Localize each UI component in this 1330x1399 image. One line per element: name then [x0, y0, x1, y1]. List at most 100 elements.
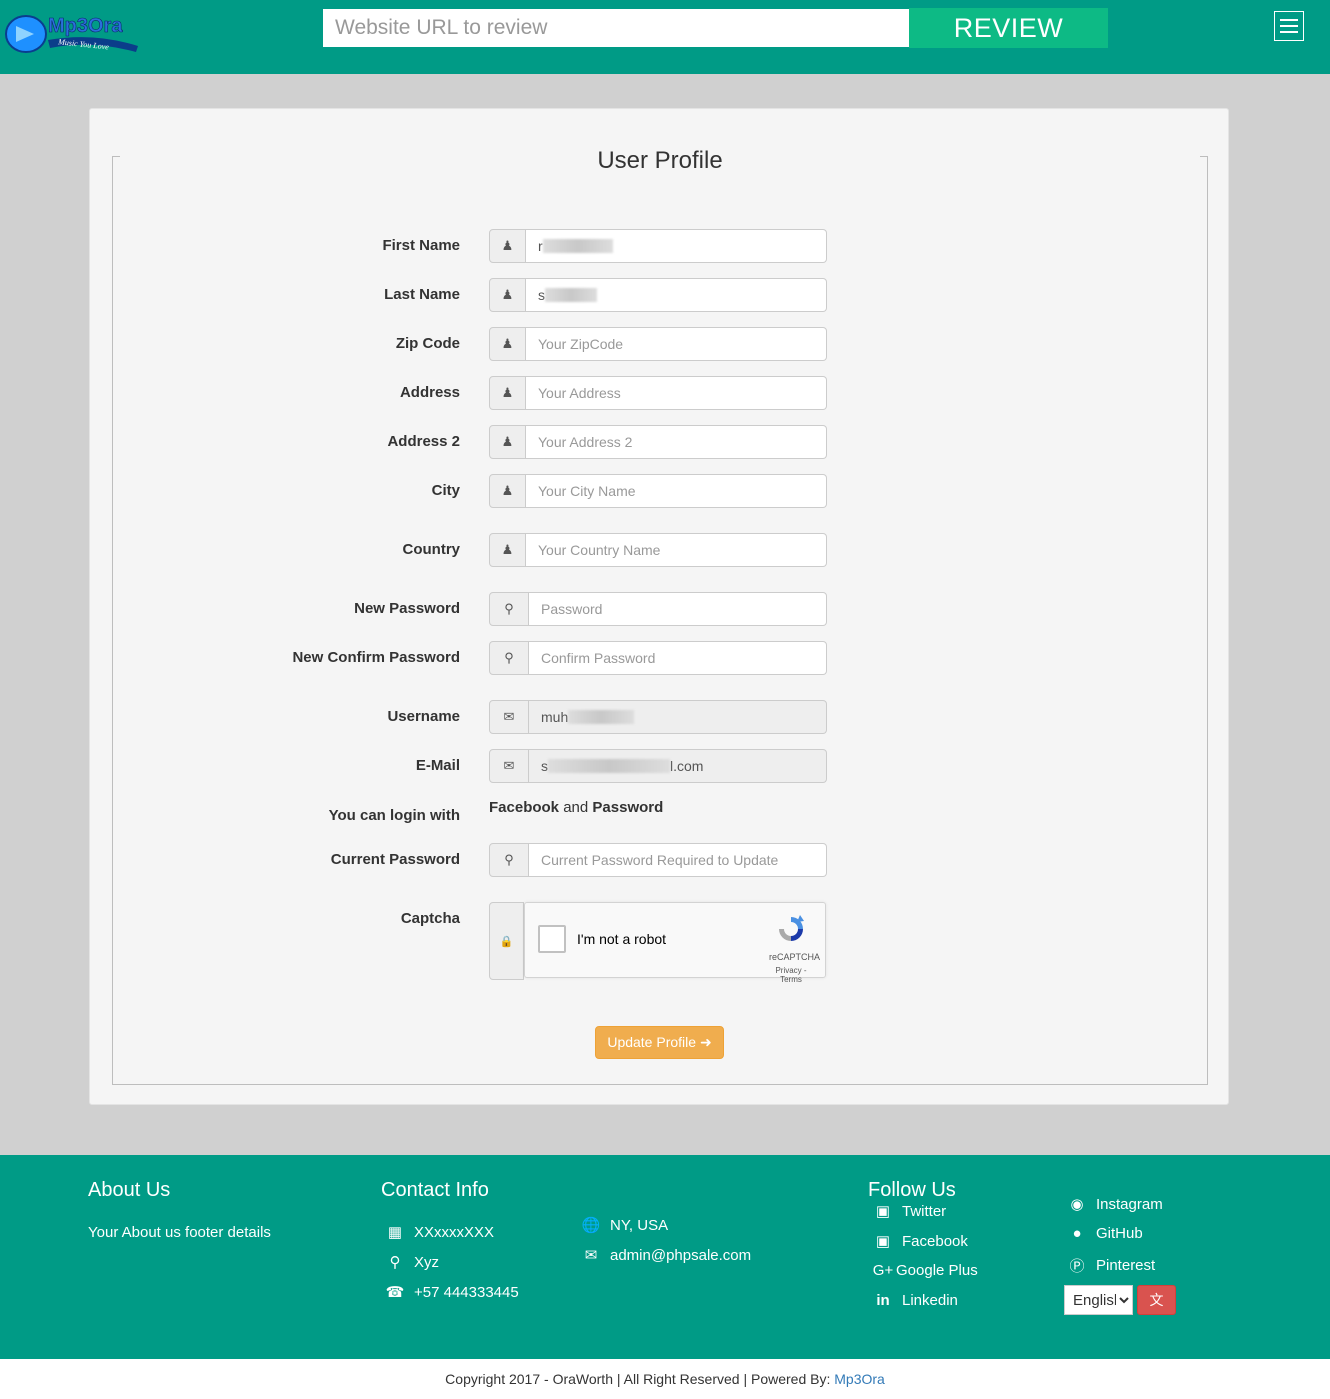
confirm-password-row: New Confirm Password ⚲ [90, 641, 1230, 675]
about-text: Your About us footer details [88, 1224, 271, 1241]
email-label: E-Mail [415, 757, 460, 774]
link-instagram-text: Instagram [1096, 1195, 1163, 1213]
link-twitter[interactable]: ▣ Twitter [872, 1202, 947, 1221]
new-password-input[interactable] [529, 592, 827, 626]
link-facebook[interactable]: ▣ Facebook [872, 1232, 968, 1251]
key-icon: ⚲ [489, 641, 529, 675]
user-icon: ♟ [489, 474, 526, 508]
new-password-row: New Password ⚲ [90, 592, 1230, 626]
page-title: User Profile [597, 147, 723, 174]
review-button[interactable]: REVIEW [909, 8, 1108, 48]
follow-heading: Follow Us [868, 1179, 956, 1201]
zip-row: Zip Code ♟ [90, 327, 1230, 361]
link-pinterest[interactable]: Ⓟ Pinterest [1066, 1255, 1155, 1276]
current-password-label: Current Password [330, 851, 460, 868]
lock-icon: 🔒 [489, 902, 524, 980]
globe-icon: 🌐 [581, 1217, 601, 1234]
first-name-label: First Name [382, 237, 460, 254]
redacted-blur [542, 239, 613, 253]
powered-by-link[interactable]: Mp3Ora [834, 1371, 885, 1387]
contact-phone: ☎ +57 444333445 [384, 1283, 519, 1302]
email-value-end: l.com [670, 758, 704, 774]
confirm-password-input[interactable] [529, 641, 827, 675]
address-row: Address ♟ [90, 376, 1230, 410]
link-googleplus[interactable]: G+ Google Plus [872, 1262, 978, 1279]
country-row: Country ♟ [90, 533, 1230, 567]
facebook-icon: ▣ [875, 1233, 891, 1250]
translate-button[interactable]: 文 [1137, 1285, 1176, 1315]
about-heading: About Us [88, 1179, 171, 1201]
city-row: City ♟ [90, 474, 1230, 508]
update-profile-button[interactable]: Update Profile ➜ [595, 1026, 724, 1059]
login-provider-password: Password [592, 799, 664, 816]
hamburger-icon[interactable] [1274, 11, 1304, 41]
user-icon: ♟ [489, 533, 526, 567]
login-and: and [563, 799, 589, 816]
city-input[interactable] [526, 474, 827, 508]
link-googleplus-text: Google Plus [896, 1262, 978, 1279]
email-value-start: s [541, 758, 548, 774]
website-url-input[interactable] [323, 9, 909, 47]
contact-location: 🌐 NY, USA [580, 1216, 669, 1235]
last-name-row: Last Name ♟ s [90, 278, 1230, 312]
username-field: muh [529, 700, 827, 734]
email-field: s l.com [529, 749, 827, 783]
current-password-row: Current Password ⚲ [90, 843, 1230, 877]
copyright-bar: Copyright 2017 - OraWorth | All Right Re… [0, 1359, 1330, 1399]
link-instagram[interactable]: ◉ Instagram [1066, 1195, 1163, 1214]
zip-label: Zip Code [395, 335, 460, 352]
envelope-icon: ✉ [489, 749, 529, 783]
contact-phone-text: +57 444333445 [414, 1283, 519, 1301]
contact-location-text: NY, USA [610, 1216, 669, 1234]
profile-card: User Profile First Name ♟ r Last Name ♟ … [89, 108, 1229, 1105]
envelope-icon: ✉ [584, 1247, 598, 1264]
recaptcha-terms[interactable]: Privacy - Terms [769, 966, 813, 984]
key-icon: ⚲ [489, 592, 529, 626]
login-provider-facebook: Facebook [489, 799, 560, 816]
login-methods: Facebook and Password [489, 799, 663, 816]
captcha-label: Captcha [400, 910, 460, 927]
link-github-text: GitHub [1096, 1225, 1143, 1242]
country-input[interactable] [526, 533, 827, 567]
recaptcha-label: I'm not a robot [577, 931, 667, 947]
address-input[interactable] [526, 376, 827, 410]
recaptcha-brand: reCAPTCHA [769, 952, 821, 962]
user-icon: ♟ [489, 229, 526, 263]
redacted-blur [548, 759, 670, 773]
recaptcha-icon [779, 915, 804, 941]
address2-input[interactable] [526, 425, 827, 459]
link-github[interactable]: ● GitHub [1066, 1225, 1143, 1242]
link-pinterest-text: Pinterest [1096, 1257, 1156, 1274]
recaptcha-checkbox[interactable] [538, 925, 566, 953]
username-value: muh [541, 709, 569, 725]
link-twitter-text: Twitter [902, 1202, 947, 1220]
zip-input[interactable] [526, 327, 827, 361]
country-label: Country [402, 541, 461, 558]
language-select[interactable]: English [1064, 1285, 1133, 1315]
contact-place: ⚲ Xyz [384, 1253, 440, 1272]
twitter-icon: ▣ [875, 1203, 891, 1220]
current-password-input[interactable] [529, 843, 827, 877]
linkedin-icon: in [876, 1292, 890, 1309]
contact-email-text: admin@phpsale.com [610, 1246, 752, 1264]
copyright-text: Copyright 2017 - OraWorth | All Right Re… [445, 1371, 835, 1387]
top-header: Mp3Ora Music You Love REVIEW [0, 0, 1330, 74]
google-plus-icon: G+ [872, 1262, 894, 1279]
contact-place-text: Xyz [414, 1253, 440, 1271]
link-linkedin-text: Linkedin [902, 1292, 958, 1309]
recaptcha-widget: I'm not a robot reCAPTCHA Privacy - Term… [524, 902, 826, 984]
phone-icon: ☎ [385, 1284, 405, 1301]
last-name-field[interactable]: s [526, 278, 827, 312]
new-password-label: New Password [354, 600, 460, 617]
first-name-row: First Name ♟ r [90, 229, 1230, 263]
link-linkedin[interactable]: in Linkedin [872, 1292, 958, 1309]
site-logo[interactable]: Mp3Ora Music You Love [4, 6, 140, 58]
login-with-label: You can login with [328, 807, 460, 824]
redacted-blur [545, 288, 597, 302]
first-name-field[interactable]: r [526, 229, 827, 263]
redacted-blur [568, 710, 635, 724]
contact-email[interactable]: ✉ admin@phpsale.com [580, 1246, 752, 1265]
update-profile-label: Update Profile [607, 1034, 697, 1050]
contact-heading: Contact Info [381, 1179, 489, 1201]
user-icon: ♟ [489, 376, 526, 410]
